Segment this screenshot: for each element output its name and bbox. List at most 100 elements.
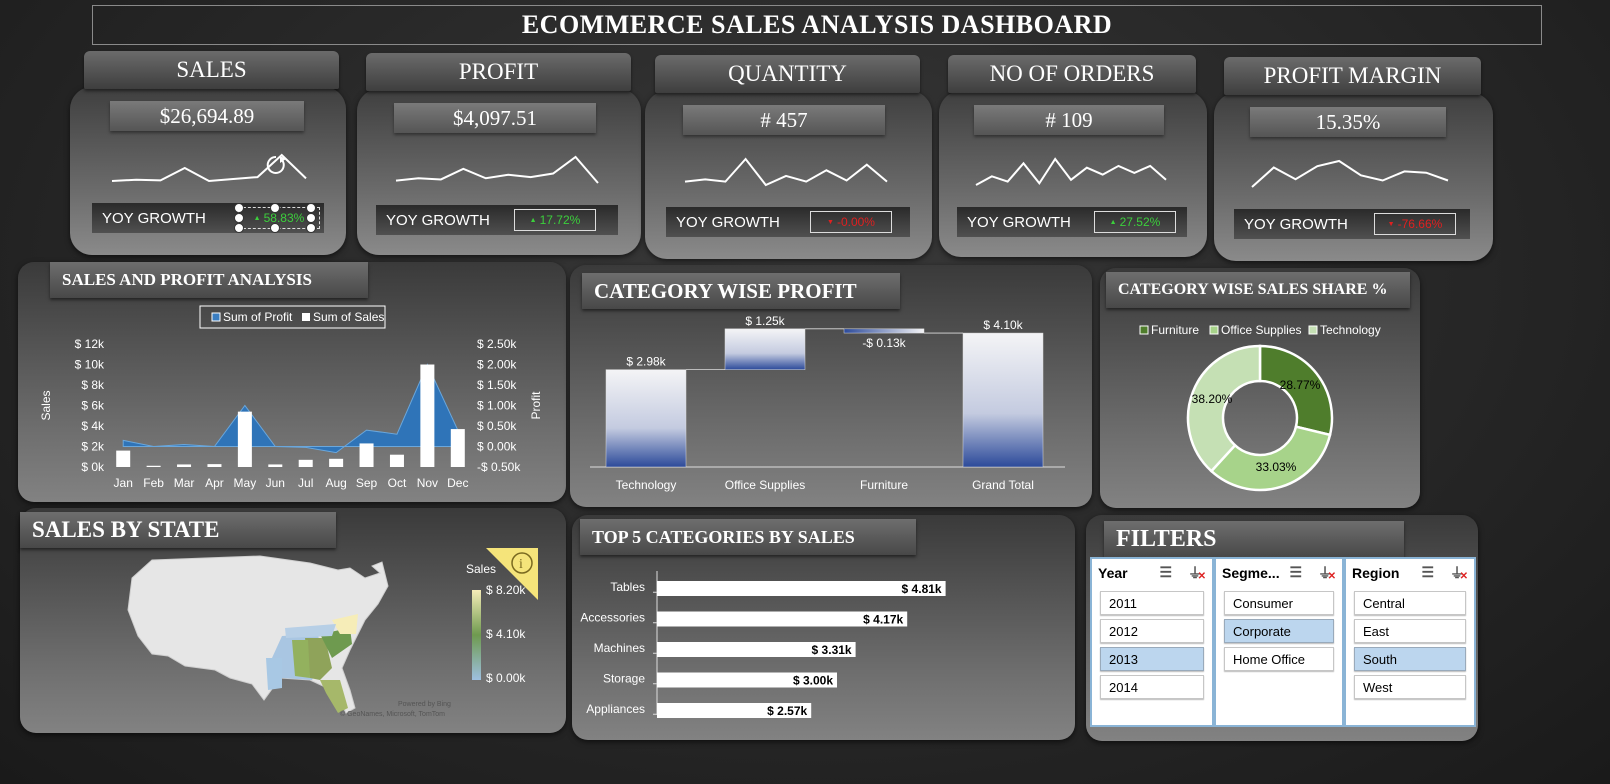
selection-handle[interactable] <box>270 223 280 233</box>
category-profit-chart[interactable]: $ 2.98k Technology $ 1.25k Office Supplies -… <box>570 265 1092 507</box>
sales-share-chart[interactable]: Furniture Office Supplies Technology 28.77%… <box>1100 268 1420 508</box>
yoy-label: YOY GROWTH <box>967 213 1071 231</box>
sales-profit-chart[interactable]: Sum of Profit Sum of Sales $ 0k $ 2k $ 4k $ … <box>18 262 566 502</box>
yoy-bar: YOY GROWTH ▼ -76.66% <box>1234 209 1470 239</box>
selection-handle[interactable] <box>306 213 316 223</box>
y2-tick: $ 2.50k <box>477 337 517 351</box>
waterfall-bar[interactable] <box>962 332 1044 468</box>
sales-bar[interactable] <box>116 450 131 467</box>
y2-tick: $ 0.00k <box>477 440 517 454</box>
y2-tick: $ 0.50k <box>477 419 517 433</box>
slicer-item[interactable]: 2011 <box>1100 591 1204 615</box>
slicer-item[interactable]: South <box>1354 647 1466 671</box>
x-tick: Feb <box>143 476 164 490</box>
selection-handle[interactable] <box>234 213 244 223</box>
map-legend-scale <box>472 590 481 680</box>
multi-select-icon[interactable]: ☰ <box>1421 564 1434 581</box>
x-tick: Jun <box>266 476 285 490</box>
slicer-title: Region <box>1352 565 1400 581</box>
y-tick: $ 6k <box>81 399 105 413</box>
sales-bar[interactable] <box>207 464 222 467</box>
x-tick: May <box>234 476 257 490</box>
selection-handle[interactable] <box>234 223 244 233</box>
filters-tab: FILTERS <box>1104 521 1404 557</box>
kpi-value: $4,097.51 <box>394 103 596 133</box>
y-tick: $ 12k <box>75 337 105 351</box>
x-tick: Office Supplies <box>725 478 806 492</box>
donut-label: 38.20% <box>1192 392 1233 406</box>
category-profit-panel: CATEGORY WISE PROFIT $ 2.98k Technology $ … <box>570 265 1092 507</box>
slicer-item[interactable]: East <box>1354 619 1466 643</box>
arrow-up-icon: ▲ <box>253 214 261 222</box>
multi-select-icon[interactable]: ☰ <box>1159 564 1172 581</box>
region-texas-east <box>266 658 282 690</box>
y2-tick: $ 1.50k <box>477 378 517 392</box>
sales-bar[interactable] <box>359 443 374 467</box>
us-map[interactable]: Sales $ 8.20k $ 4.10k $ 0.00k Powered by… <box>20 508 566 733</box>
map-credit: © GeoNames, Microsoft, TomTom <box>340 710 445 718</box>
sales-bar[interactable] <box>177 464 192 467</box>
donut-label: 33.03% <box>1256 460 1297 474</box>
kpi-sparkline <box>395 155 599 184</box>
slicer-item[interactable]: 2012 <box>1100 619 1204 643</box>
selection-handle[interactable] <box>270 203 280 213</box>
donut-label: 28.77% <box>1280 378 1321 392</box>
sales-bar[interactable] <box>268 464 283 467</box>
x-tick: Mar <box>174 476 195 490</box>
waterfall-label: $ 4.10k <box>983 318 1023 332</box>
multi-select-icon[interactable]: ☰ <box>1289 564 1302 581</box>
sales-bar[interactable] <box>146 465 161 467</box>
profit-area[interactable] <box>122 363 459 454</box>
waterfall-bar[interactable] <box>843 328 925 334</box>
category-label: Tables <box>610 580 645 594</box>
slicer-year: Year ☰ ⏚ ✕ 2011 2012 2013 2014 <box>1090 557 1214 727</box>
kpi-value: # 457 <box>683 105 885 135</box>
yoy-bar: YOY GROWTH ▲ 27.52% <box>957 207 1187 237</box>
filters-panel: FILTERS Year ☰ ⏚ ✕ 2011 2012 2013 2014 Segme... ☰… <box>1086 515 1478 741</box>
waterfall-bar[interactable] <box>605 369 687 468</box>
legend-item: Office Supplies <box>1221 323 1302 337</box>
sales-bar[interactable] <box>329 458 344 467</box>
sales-bar[interactable] <box>298 459 313 467</box>
selection-handle[interactable] <box>306 223 316 233</box>
kpi-sparkline <box>1251 159 1449 188</box>
bar-value: $ 3.31k <box>812 643 852 657</box>
sales-bar[interactable] <box>450 429 465 467</box>
selection-handle[interactable] <box>306 203 316 213</box>
dashboard-title: ECOMMERCE SALES ANALYSIS DASHBOARD <box>92 5 1542 45</box>
yoy-label: YOY GROWTH <box>1244 215 1348 233</box>
x-tick: Sep <box>356 476 378 490</box>
arrow-down-icon: ▼ <box>1387 220 1395 228</box>
region-alabama <box>292 640 310 678</box>
waterfall-label: -$ 0.13k <box>862 336 906 350</box>
sales-bar[interactable] <box>237 411 252 467</box>
category-label: Machines <box>594 641 645 655</box>
sales-bar[interactable] <box>420 364 435 468</box>
top5-chart[interactable]: Tables $ 4.81k Accessories $ 4.17k Machines $… <box>572 515 1075 740</box>
state-map-panel: SALES BY STATE Sales $ 8.20k $ 4.10k $ 0… <box>20 508 566 733</box>
map-legend-max: $ 8.20k <box>486 583 526 597</box>
x-tick: Dec <box>447 476 468 490</box>
yoy-label: YOY GROWTH <box>102 209 206 227</box>
slicer-item[interactable]: Home Office <box>1224 647 1334 671</box>
slicer-item[interactable]: West <box>1354 675 1466 699</box>
slicer-item[interactable]: 2013 <box>1100 647 1204 671</box>
map-credit-bing: Powered by Bing <box>398 701 451 708</box>
kpi-value: 15.35% <box>1250 107 1446 137</box>
slicer-item[interactable]: 2014 <box>1100 675 1204 699</box>
slicer-item[interactable]: Consumer <box>1224 591 1334 615</box>
selection-handle[interactable] <box>234 203 244 213</box>
yoy-value[interactable]: ▲ 58.83% <box>234 203 320 233</box>
clear-x-icon: ✕ <box>1197 571 1206 582</box>
x-tick: Oct <box>388 476 407 490</box>
y-tick: $ 0k <box>81 460 105 474</box>
slicer-item[interactable]: Central <box>1354 591 1466 615</box>
bar-value: $ 2.57k <box>767 704 807 718</box>
x-tick: Apr <box>205 476 224 490</box>
waterfall-bar[interactable] <box>724 328 806 370</box>
kpi-title: QUANTITY <box>655 55 920 93</box>
sales-bar[interactable] <box>389 454 404 467</box>
kpi-value: # 109 <box>974 105 1164 135</box>
x-tick: Jul <box>298 476 313 490</box>
slicer-item[interactable]: Corporate <box>1224 619 1334 643</box>
